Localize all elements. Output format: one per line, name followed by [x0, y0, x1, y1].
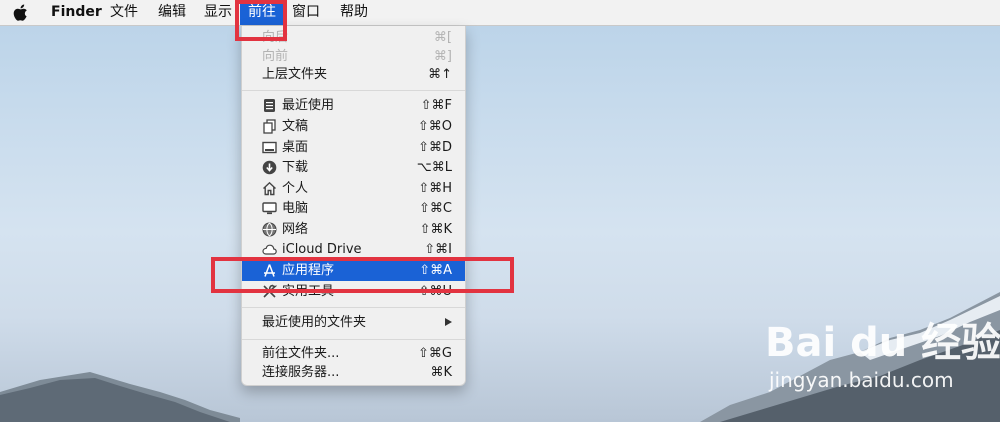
shortcut: ⇧⌘D: [418, 140, 452, 155]
menu-separator: [242, 90, 465, 91]
apple-icon[interactable]: [13, 4, 29, 21]
computer-icon: [262, 202, 277, 215]
icloud-icon: [262, 244, 277, 255]
menu-item-documents[interactable]: 文稿 ⇧⌘O: [242, 116, 465, 137]
menu-item-label: 电脑: [282, 201, 309, 216]
shortcut: ⇧⌘F: [420, 98, 452, 113]
menu-separator: [242, 307, 465, 308]
go-menu-dropdown: 向后 ⌘[ 向前 ⌘] 上层文件夹 ⌘↑ 最近使用 ⇧⌘F 文稿 ⇧⌘O 桌面 …: [241, 26, 466, 386]
menu-edit[interactable]: 编辑: [158, 0, 186, 25]
menu-item-enclosing-folder[interactable]: 上层文件夹 ⌘↑: [242, 64, 465, 85]
menu-item-network[interactable]: 网络 ⇧⌘K: [242, 219, 465, 240]
watermark-brand: Bai du 经验: [765, 320, 1000, 366]
menu-item-label: 网络: [282, 222, 309, 237]
menu-separator: [242, 339, 465, 340]
menu-item-connect-server[interactable]: 连接服务器... ⌘K: [242, 362, 465, 383]
menu-item-go-to-folder[interactable]: 前往文件夹... ⇧⌘G: [242, 343, 465, 364]
menu-file[interactable]: 文件: [110, 0, 138, 25]
downloads-icon: [262, 160, 277, 175]
menu-item-label: 最近使用的文件夹: [262, 315, 367, 330]
shortcut: ⌥⌘L: [416, 160, 452, 175]
shortcut: ⌘K: [430, 365, 452, 380]
menu-help[interactable]: 帮助: [340, 0, 368, 25]
highlight-annotation-applications: [211, 257, 514, 293]
network-icon: [262, 222, 277, 237]
shortcut: ⇧⌘H: [418, 181, 452, 196]
shortcut: ⌘[: [433, 30, 452, 45]
shortcut: ⌘↑: [428, 67, 452, 82]
menu-item-desktop[interactable]: 桌面 ⇧⌘D: [242, 137, 465, 158]
menu-item-label: 上层文件夹: [262, 67, 328, 82]
menu-item-computer[interactable]: 电脑 ⇧⌘C: [242, 198, 465, 219]
desktop-icon: [262, 141, 277, 154]
watermark-url: jingyan.baidu.com: [769, 368, 954, 392]
menu-window[interactable]: 窗口: [292, 0, 320, 25]
menu-item-label: 下载: [282, 160, 309, 175]
menu-item-label: 最近使用: [282, 98, 335, 113]
menu-view[interactable]: 显示: [204, 0, 232, 25]
shortcut: ⇧⌘G: [418, 346, 452, 361]
menu-item-recents[interactable]: 最近使用 ⇧⌘F: [242, 95, 465, 116]
menu-finder[interactable]: Finder: [51, 0, 102, 25]
recents-icon: [264, 99, 275, 112]
menu-item-label: 文稿: [282, 119, 309, 134]
shortcut: ⇧⌘O: [417, 119, 452, 134]
menu-item-recent-folders[interactable]: 最近使用的文件夹: [242, 312, 465, 333]
highlight-annotation-go-menu: [235, 0, 287, 41]
menu-item-label: 前往文件夹...: [262, 346, 340, 361]
menu-item-label: 连接服务器...: [262, 365, 340, 380]
menu-item-label: 个人: [282, 181, 309, 196]
menu-bar: Finder 文件 编辑 显示 前往 窗口 帮助: [0, 0, 1000, 26]
menu-item-downloads[interactable]: 下载 ⌥⌘L: [242, 157, 465, 178]
home-icon: [263, 181, 276, 196]
menu-item-label: 桌面: [282, 140, 309, 155]
menu-item-home[interactable]: 个人 ⇧⌘H: [242, 178, 465, 199]
shortcut: ⇧⌘C: [419, 201, 452, 216]
documents-icon: [263, 119, 276, 134]
shortcut: ⇧⌘K: [419, 222, 452, 237]
submenu-arrow-icon: [445, 318, 452, 326]
